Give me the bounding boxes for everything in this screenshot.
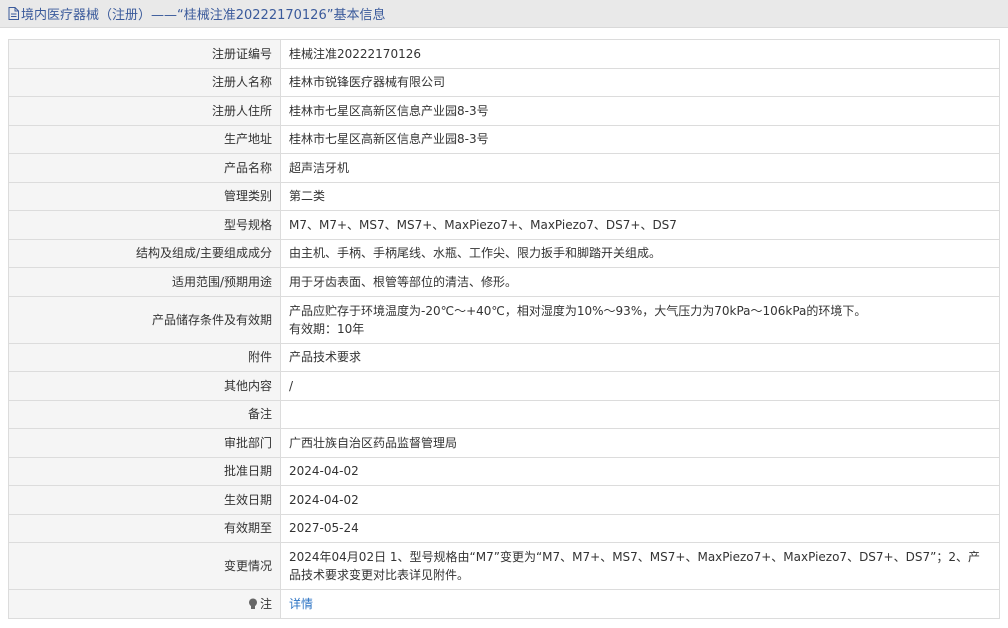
field-value: 桂林市七星区高新区信息产业园8-3号 — [280, 96, 1000, 126]
table-row: 注册人名称 桂林市锐锋医疗器械有限公司 — [8, 67, 1000, 97]
field-label: 有效期至 — [8, 513, 281, 543]
field-label: 型号规格 — [8, 210, 281, 240]
field-value: 2024-04-02 — [280, 456, 1000, 486]
field-label: 变更情况 — [8, 542, 281, 590]
field-label: 生效日期 — [8, 485, 281, 515]
registration-info-table: 注册证编号 桂械注准20222170126 注册人名称 桂林市锐锋医疗器械有限公… — [8, 39, 1000, 619]
table-row: 其他内容 / — [8, 371, 1000, 401]
field-label: 产品名称 — [8, 153, 281, 183]
field-value: 2024年04月02日 1、型号规格由“M7”变更为“M7、M7+、MS7、MS… — [280, 542, 1000, 590]
table-row: 批准日期 2024-04-02 — [8, 456, 1000, 486]
field-label: 附件 — [8, 342, 281, 372]
table-row: 审批部门 广西壮族自治区药品监督管理局 — [8, 428, 1000, 458]
field-value: 2024-04-02 — [280, 485, 1000, 515]
field-value: 用于牙齿表面、根管等部位的清洁、修形。 — [280, 267, 1000, 297]
field-label: 管理类别 — [8, 181, 281, 211]
table-row: 注 详情 — [8, 589, 1000, 619]
field-value — [280, 399, 1000, 429]
field-value: 2027-05-24 — [280, 513, 1000, 543]
note-label-cell: 注 — [8, 589, 281, 619]
table-row: 有效期至 2027-05-24 — [8, 513, 1000, 543]
table-row: 生产地址 桂林市七星区高新区信息产业园8-3号 — [8, 124, 1000, 154]
field-label: 注 — [259, 596, 272, 611]
table-row: 产品储存条件及有效期 产品应贮存于环境温度为-20℃～+40℃，相对湿度为10%… — [8, 295, 1000, 344]
field-value: 第二类 — [280, 181, 1000, 211]
table-row: 附件 产品技术要求 — [8, 342, 1000, 372]
table-row: 管理类别 第二类 — [8, 181, 1000, 211]
table-row: 变更情况 2024年04月02日 1、型号规格由“M7”变更为“M7、M7+、M… — [8, 542, 1000, 590]
field-label: 批准日期 — [8, 456, 281, 486]
table-row: 注册人住所 桂林市七星区高新区信息产业园8-3号 — [8, 96, 1000, 126]
field-label: 适用范围/预期用途 — [8, 267, 281, 297]
value-line: 有效期：10年 — [289, 321, 365, 336]
table-row: 型号规格 M7、M7+、MS7、MS7+、MaxPiezo7+、MaxPiezo… — [8, 210, 1000, 240]
field-label: 审批部门 — [8, 428, 281, 458]
table-row: 备注 — [8, 399, 1000, 429]
field-label: 备注 — [8, 399, 281, 429]
field-value: 由主机、手柄、手柄尾线、水瓶、工作尖、限力扳手和脚踏开关组成。 — [280, 238, 1000, 268]
field-label: 注册人住所 — [8, 96, 281, 126]
value-line: 产品应贮存于环境温度为-20℃～+40℃，相对湿度为10%～93%，大气压力为7… — [289, 303, 867, 318]
field-value: 超声洁牙机 — [280, 153, 1000, 183]
field-label: 注册人名称 — [8, 67, 281, 97]
lightbulb-icon — [248, 597, 258, 609]
table-row: 产品名称 超声洁牙机 — [8, 153, 1000, 183]
table-row: 适用范围/预期用途 用于牙齿表面、根管等部位的清洁、修形。 — [8, 267, 1000, 297]
field-value: 广西壮族自治区药品监督管理局 — [280, 428, 1000, 458]
field-value: 桂林市七星区高新区信息产业园8-3号 — [280, 124, 1000, 154]
value-line: 品技术要求变更对比表详见附件。 — [289, 568, 470, 582]
table-row: 生效日期 2024-04-02 — [8, 485, 1000, 515]
field-label: 产品储存条件及有效期 — [8, 295, 281, 344]
table-row: 注册证编号 桂械注准20222170126 — [8, 39, 1000, 69]
table-row: 结构及组成/主要组成成分 由主机、手柄、手柄尾线、水瓶、工作尖、限力扳手和脚踏开… — [8, 238, 1000, 268]
field-value: M7、M7+、MS7、MS7+、MaxPiezo7+、MaxPiezo7、DS7… — [280, 210, 1000, 240]
field-label: 注册证编号 — [8, 39, 281, 69]
field-value: 桂械注准20222170126 — [280, 39, 1000, 69]
page-title: 境内医疗器械（注册）——“桂械注准20222170126”基本信息 — [21, 8, 386, 23]
field-value: 桂林市锐锋医疗器械有限公司 — [280, 67, 1000, 97]
field-label: 生产地址 — [8, 124, 281, 154]
field-value-cell: 详情 — [280, 589, 1000, 619]
field-value: 产品技术要求 — [280, 342, 1000, 372]
page-header: 境内医疗器械（注册）——“桂械注准20222170126”基本信息 — [0, 0, 1008, 28]
field-label: 其他内容 — [8, 371, 281, 401]
field-label: 结构及组成/主要组成成分 — [8, 238, 281, 268]
value-line: 2024年04月02日 1、型号规格由“M7”变更为“M7、M7+、MS7、MS… — [289, 550, 980, 564]
field-value: / — [280, 371, 1000, 401]
field-value: 产品应贮存于环境温度为-20℃～+40℃，相对湿度为10%～93%，大气压力为7… — [280, 295, 1000, 344]
details-link[interactable]: 详情 — [289, 597, 313, 611]
document-icon — [8, 7, 19, 20]
